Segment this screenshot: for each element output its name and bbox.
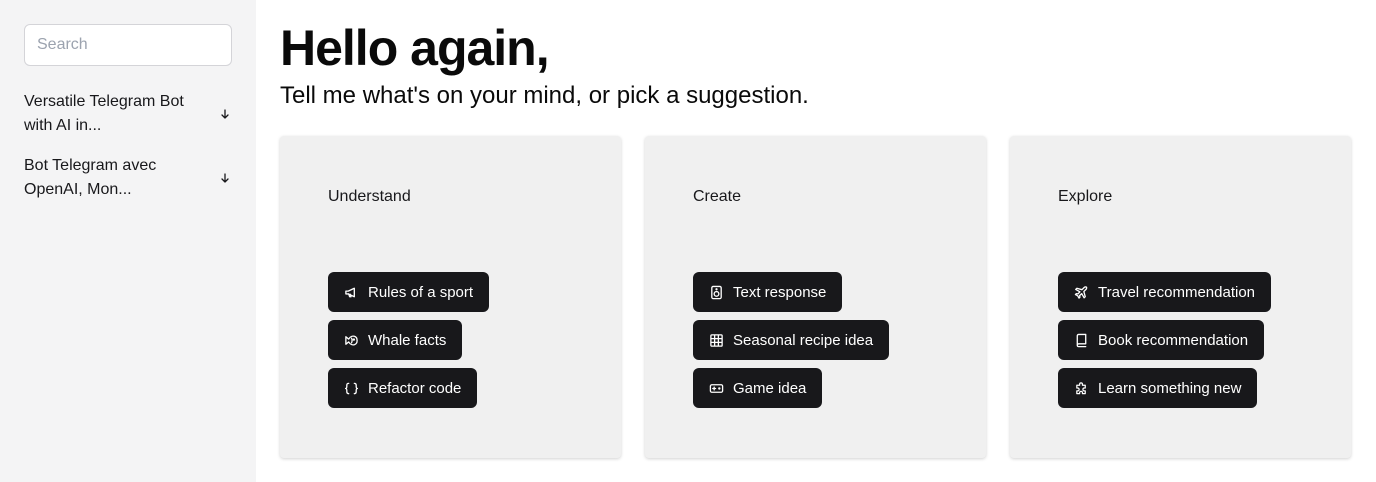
suggestion-list: Travel recommendation Book recommendatio…	[1058, 272, 1272, 408]
search-input[interactable]	[24, 24, 232, 66]
suggestion-card-understand: Understand Rules of a sport Whale facts	[280, 136, 621, 458]
plane-icon	[1074, 285, 1089, 300]
suggestion-list: Rules of a sport Whale facts Refactor co…	[328, 272, 490, 408]
suggestion-label: Whale facts	[368, 331, 447, 349]
suggestion-button[interactable]: Rules of a sport	[328, 272, 490, 312]
braces-icon	[344, 381, 359, 396]
fish-icon	[344, 333, 359, 348]
main-content: Hello again, Tell me what's on your mind…	[280, 0, 1352, 482]
conversation-item[interactable]: Bot Telegram avec OpenAI, Mon...	[24, 154, 232, 202]
suggestion-button[interactable]: Text response	[693, 272, 843, 312]
arrow-down-icon[interactable]	[218, 107, 232, 121]
card-title: Create	[693, 188, 742, 205]
suggestion-cards: Understand Rules of a sport Whale facts	[280, 136, 1351, 458]
conversation-title: Versatile Telegram Bot with AI in...	[24, 93, 184, 134]
greeting-subtitle: Tell me what's on your mind, or pick a s…	[280, 82, 809, 109]
suggestion-label: Rules of a sport	[368, 283, 474, 301]
suggestion-label: Seasonal recipe idea	[733, 331, 874, 349]
suggestion-card-explore: Explore Travel recommendation Book recom…	[1010, 136, 1351, 458]
suggestion-label: Game idea	[733, 379, 807, 397]
suggestion-button[interactable]: Refactor code	[328, 368, 478, 408]
suggestion-label: Learn something new	[1098, 379, 1242, 397]
suggestion-button[interactable]: Seasonal recipe idea	[693, 320, 890, 360]
suggestion-button[interactable]: Learn something new	[1058, 368, 1258, 408]
conversation-title: Bot Telegram avec OpenAI, Mon...	[24, 157, 157, 198]
puzzle-icon	[1074, 381, 1089, 396]
suggestion-label: Travel recommendation	[1098, 283, 1256, 301]
card-title: Explore	[1058, 188, 1113, 205]
sidebar: Versatile Telegram Bot with AI in... Bot…	[0, 0, 256, 482]
book-icon	[1074, 333, 1089, 348]
card-title: Understand	[328, 188, 411, 205]
suggestion-button[interactable]: Whale facts	[328, 320, 463, 360]
suggestion-button[interactable]: Game idea	[693, 368, 823, 408]
suggestion-list: Text response Seasonal recipe idea Game …	[693, 272, 890, 408]
suggestion-label: Text response	[733, 283, 827, 301]
greeting-heading: Hello again,	[280, 20, 550, 76]
suggestion-button[interactable]: Travel recommendation	[1058, 272, 1272, 312]
conversation-list: Versatile Telegram Bot with AI in... Bot…	[24, 90, 232, 202]
suggestion-button[interactable]: Book recommendation	[1058, 320, 1265, 360]
conversation-item[interactable]: Versatile Telegram Bot with AI in...	[24, 90, 232, 138]
megaphone-icon	[344, 285, 359, 300]
suggestion-label: Book recommendation	[1098, 331, 1249, 349]
speaker-icon	[709, 285, 724, 300]
suggestion-card-create: Create Text response Seasonal recipe ide…	[645, 136, 986, 458]
arrow-down-icon[interactable]	[218, 171, 232, 185]
suggestion-label: Refactor code	[368, 379, 462, 397]
gamepad-icon	[709, 381, 724, 396]
grid-icon	[709, 333, 724, 348]
